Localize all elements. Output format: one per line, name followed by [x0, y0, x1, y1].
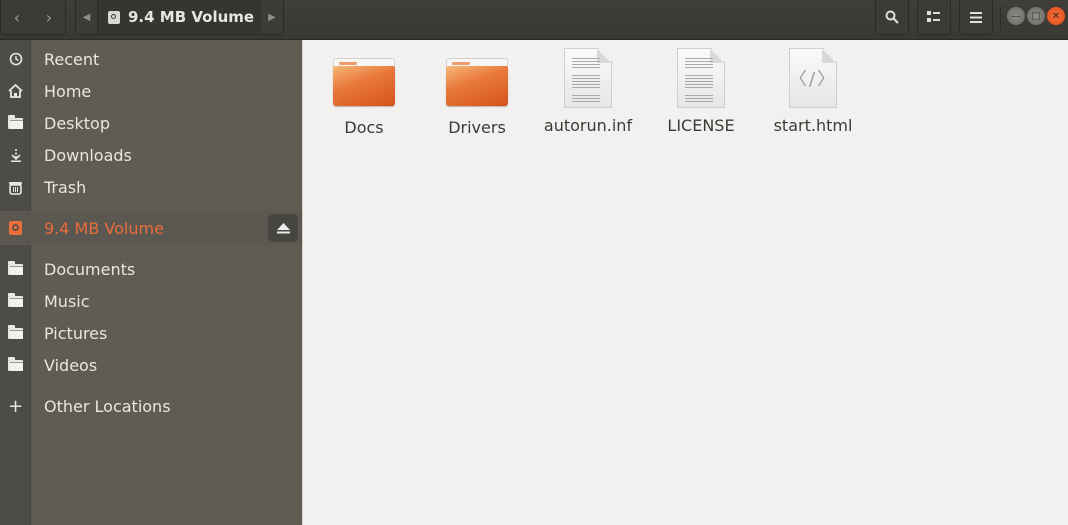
html-document-icon: 〈/〉 — [789, 48, 837, 108]
text-document-icon — [564, 48, 612, 108]
sidebar-item-downloads[interactable]: Downloads — [0, 139, 302, 171]
path-scroll-right-button[interactable]: ▶ — [261, 0, 283, 34]
file-item-start-html[interactable]: 〈/〉 start.html — [758, 48, 868, 148]
back-button[interactable]: ‹ — [1, 0, 33, 34]
main-menu-button[interactable] — [959, 0, 993, 35]
sidebar-item-recent[interactable]: Recent — [0, 43, 302, 75]
folder-icon — [8, 292, 23, 307]
file-item-drivers[interactable]: Drivers — [422, 48, 532, 148]
file-name: LICENSE — [667, 116, 735, 135]
close-button[interactable]: ✕ — [1047, 7, 1065, 25]
path-current-button[interactable]: 9.4 MB Volume — [98, 0, 261, 34]
file-name: Drivers — [448, 118, 506, 137]
header-separator — [1000, 6, 1001, 30]
sidebar-item-videos[interactable]: Videos — [0, 349, 302, 381]
sidebar-item-label: Other Locations — [44, 396, 171, 416]
sidebar-item-label: Music — [44, 291, 90, 311]
sidebar-item-desktop[interactable]: Desktop — [0, 107, 302, 139]
sidebar-item-label: Documents — [44, 259, 136, 279]
sidebar-item-label: 9.4 MB Volume — [44, 218, 164, 238]
sidebar: Recent Home Desktop Downloads Trash 9.4 … — [0, 40, 303, 525]
clock-icon — [0, 52, 31, 66]
search-button[interactable] — [875, 0, 909, 35]
sidebar-item-documents[interactable]: Documents — [0, 253, 302, 285]
sidebar-item-label: Desktop — [44, 113, 110, 133]
folder-icon — [8, 114, 23, 129]
triangle-right-icon: ▶ — [268, 11, 276, 23]
close-icon: ✕ — [1051, 10, 1061, 22]
sidebar-item-trash[interactable]: Trash — [0, 171, 302, 203]
hamburger-menu-icon — [970, 11, 982, 23]
eject-icon — [276, 222, 290, 233]
chevron-left-icon: ‹ — [13, 7, 21, 27]
home-icon — [0, 84, 31, 98]
folder-icon — [8, 260, 23, 275]
sidebar-item-volume[interactable]: 9.4 MB Volume — [0, 211, 302, 245]
file-item-docs[interactable]: Docs — [309, 48, 419, 148]
view-toggle-button[interactable] — [917, 0, 951, 35]
file-item-autorun[interactable]: autorun.inf — [533, 48, 643, 148]
header-bar: ‹ › ◀ 9.4 MB Volume ▶ — □ ✕ — [0, 0, 1068, 40]
nav-button-group: ‹ › — [0, 0, 66, 35]
plus-icon: + — [7, 395, 24, 417]
sidebar-item-label: Recent — [44, 49, 100, 69]
sidebar-item-label: Trash — [44, 177, 87, 197]
path-scroll-left-button[interactable]: ◀ — [76, 0, 98, 34]
sidebar-item-music[interactable]: Music — [0, 285, 302, 317]
file-name: Docs — [344, 118, 384, 137]
forward-button[interactable]: › — [33, 0, 65, 34]
folder-icon — [446, 58, 508, 110]
drive-icon — [0, 221, 31, 235]
sidebar-item-label: Downloads — [44, 145, 132, 165]
file-name: start.html — [773, 116, 853, 135]
path-current-label: 9.4 MB Volume — [128, 8, 255, 26]
search-icon — [885, 10, 899, 24]
triangle-left-icon: ◀ — [82, 11, 91, 23]
sidebar-item-label: Home — [44, 81, 92, 101]
folder-icon — [8, 356, 23, 371]
chevron-right-icon: › — [45, 7, 53, 27]
file-name: autorun.inf — [543, 116, 633, 135]
file-view: Docs Drivers autorun.inf LICENSE 〈/〉 sta… — [303, 40, 1068, 525]
sidebar-item-pictures[interactable]: Pictures — [0, 317, 302, 349]
trash-icon — [0, 180, 31, 195]
drive-icon — [108, 10, 120, 24]
maximize-button[interactable]: □ — [1027, 7, 1045, 25]
minimize-icon: — — [1011, 10, 1021, 22]
folder-icon — [333, 58, 395, 110]
maximize-icon: □ — [1031, 10, 1041, 22]
list-view-icon — [927, 11, 940, 22]
sidebar-item-other-locations[interactable]: + Other Locations — [0, 390, 302, 422]
sidebar-item-label: Pictures — [44, 323, 108, 343]
path-bar: ◀ 9.4 MB Volume ▶ — [75, 0, 284, 35]
sidebar-item-label: Videos — [44, 355, 98, 375]
minimize-button[interactable]: — — [1007, 7, 1025, 25]
download-icon — [0, 148, 31, 162]
sidebar-item-home[interactable]: Home — [0, 75, 302, 107]
code-brackets-icon: 〈/〉 — [788, 69, 838, 90]
file-item-license[interactable]: LICENSE — [646, 48, 756, 148]
text-document-icon — [677, 48, 725, 108]
eject-button[interactable] — [268, 214, 298, 242]
folder-icon — [8, 324, 23, 339]
